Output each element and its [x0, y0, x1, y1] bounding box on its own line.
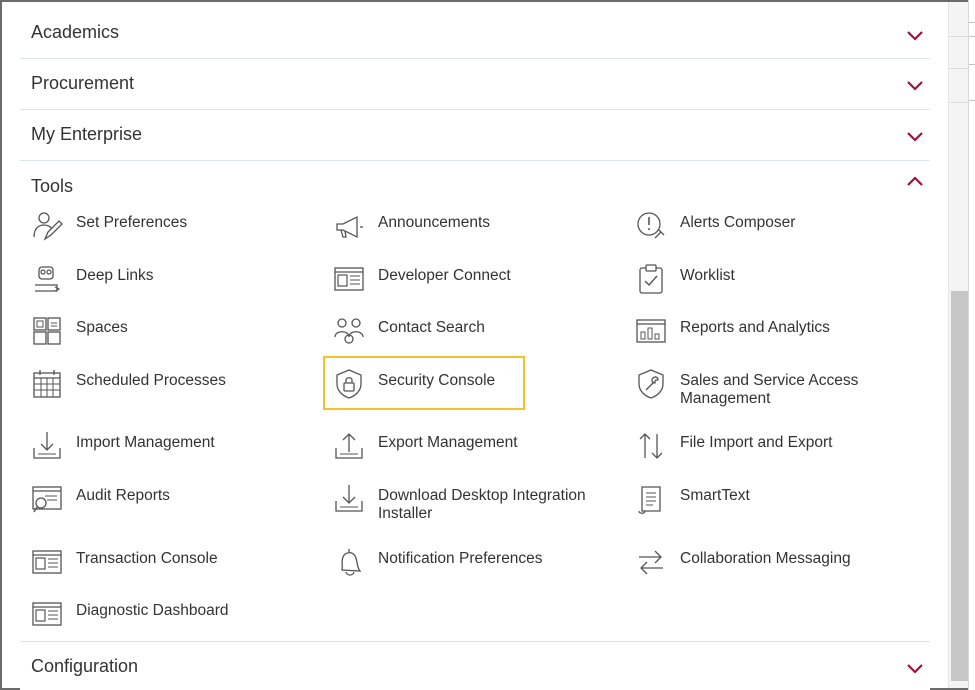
people-search-icon — [334, 318, 364, 344]
tool-spaces[interactable]: Spaces — [31, 317, 331, 363]
tool-label: Download Desktop Integration Installer — [378, 487, 586, 522]
section-my-enterprise[interactable]: My Enterprise — [20, 110, 930, 160]
tool-file-import-export[interactable]: File Import and Export — [635, 433, 935, 478]
window-icon — [32, 602, 62, 626]
up-down-arrows-icon — [639, 433, 663, 459]
section-title: Procurement — [31, 73, 135, 93]
shield-wrench-icon — [638, 369, 664, 399]
tool-set-preferences[interactable]: Set Preferences — [31, 212, 331, 258]
tool-label: Reports and Analytics — [680, 319, 830, 336]
user-edit-icon — [33, 212, 63, 241]
download-icon — [335, 485, 363, 512]
bell-icon — [341, 549, 362, 576]
clipboard-check-icon — [639, 264, 663, 294]
tool-download-desktop[interactable]: Download Desktop Integration Installer — [333, 485, 633, 531]
tool-label: Spaces — [76, 319, 128, 336]
section-title: Tools — [31, 176, 74, 196]
tool-label: Contact Search — [378, 319, 485, 336]
background-edge — [968, 0, 975, 690]
tool-developer-connect[interactable]: Developer Connect — [333, 267, 633, 311]
tool-label: SmartText — [680, 487, 750, 504]
section-procurement[interactable]: Procurement — [20, 59, 930, 109]
navigator-panel: Academics Procurement My Enterprise Tool… — [20, 6, 930, 690]
tool-label: Diagnostic Dashboard — [76, 602, 229, 619]
highlight-box — [323, 356, 525, 410]
tool-label: Scheduled Processes — [76, 372, 226, 389]
tool-worklist[interactable]: Worklist — [635, 264, 935, 311]
section-title: Academics — [31, 22, 120, 42]
export-icon — [335, 433, 363, 459]
import-icon — [33, 432, 61, 459]
tool-collaboration-messaging[interactable]: Collaboration Messaging — [635, 550, 935, 594]
tool-label: Collaboration Messaging — [680, 550, 851, 567]
tool-sales-service-access[interactable]: Sales and Service Access Management — [635, 369, 935, 416]
chevron-down-icon[interactable] — [906, 76, 924, 94]
tool-audit-reports[interactable]: Audit Reports — [31, 486, 331, 531]
tool-alerts-composer[interactable]: Alerts Composer — [635, 212, 935, 258]
scroll-document-icon — [638, 486, 661, 514]
chevron-down-icon[interactable] — [906, 659, 924, 677]
tool-deep-links[interactable]: Deep Links — [31, 266, 331, 311]
megaphone-icon — [336, 215, 363, 239]
tool-import-management[interactable]: Import Management — [31, 432, 331, 478]
tool-label: Announcements — [378, 214, 491, 231]
section-academics[interactable]: Academics — [20, 6, 930, 56]
tool-diagnostic-dashboard[interactable]: Diagnostic Dashboard — [31, 602, 331, 646]
grid-apps-icon — [33, 317, 61, 345]
tool-label: Developer Connect — [378, 267, 511, 284]
chevron-down-icon[interactable] — [906, 127, 924, 145]
window-icon — [32, 550, 62, 574]
tool-label: Audit Reports — [76, 487, 170, 504]
tool-smarttext[interactable]: SmartText — [635, 486, 935, 531]
report-chart-icon — [636, 319, 666, 343]
alert-wrench-icon — [637, 212, 665, 239]
tool-label: File Import and Export — [680, 434, 833, 451]
link-people-icon — [35, 266, 61, 292]
section-tools[interactable]: Tools — [20, 161, 930, 211]
scrollbar-thumb[interactable] — [951, 291, 968, 681]
section-title: My Enterprise — [31, 124, 143, 144]
section-title: Configuration — [31, 656, 139, 676]
calendar-icon — [33, 370, 61, 398]
swap-arrows-icon — [639, 550, 663, 575]
tool-label: Import Management — [76, 434, 215, 451]
tool-label: Alerts Composer — [680, 214, 796, 231]
tool-export-management[interactable]: Export Management — [333, 433, 633, 478]
tool-label: Worklist — [680, 267, 735, 284]
tool-notification-preferences[interactable]: Notification Preferences — [333, 549, 633, 594]
tool-reports-and-analytics[interactable]: Reports and Analytics — [635, 319, 935, 363]
tool-label: Notification Preferences — [378, 550, 543, 567]
chevron-down-icon[interactable] — [906, 26, 924, 44]
tool-label: Deep Links — [76, 267, 154, 284]
tool-transaction-console[interactable]: Transaction Console — [31, 550, 331, 594]
report-search-icon — [32, 486, 62, 513]
tool-label: Set Preferences — [76, 214, 188, 231]
window-icon — [334, 267, 364, 291]
chevron-up-icon[interactable] — [906, 173, 924, 191]
section-configuration[interactable]: Configuration — [20, 642, 930, 690]
tool-scheduled-processes[interactable]: Scheduled Processes — [31, 370, 331, 416]
tool-label: Transaction Console — [76, 550, 218, 567]
tool-label: Export Management — [378, 434, 518, 451]
tool-announcements[interactable]: Announcements — [333, 214, 633, 258]
tool-label: Sales and Service Access Management — [680, 372, 859, 407]
